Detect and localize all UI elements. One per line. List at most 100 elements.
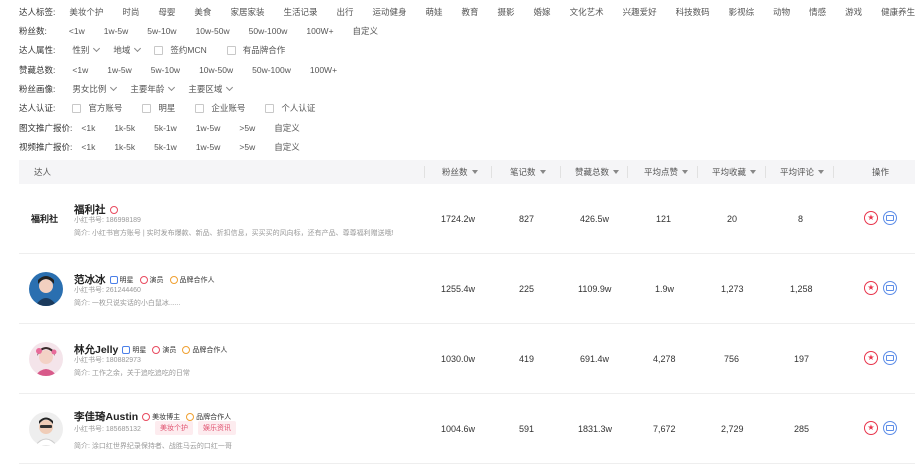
message-icon[interactable] [883, 351, 897, 365]
checkbox-box[interactable] [265, 103, 275, 113]
image-price-option[interactable]: 自定义 [274, 122, 300, 134]
category-option[interactable]: 兴趣爱好 [623, 6, 657, 18]
category-option[interactable]: 情感 [809, 6, 826, 18]
table-row[interactable]: 李佳琦Austin 美妆博主 品牌合作人 小红书号: 185685132 美妆个… [19, 394, 915, 464]
video-price-option[interactable]: <1k [81, 142, 95, 152]
category-option[interactable]: 教育 [462, 6, 479, 18]
category-option[interactable]: 科技数码 [676, 6, 710, 18]
fans-option[interactable]: 50w-100w [249, 26, 288, 36]
likes-option[interactable]: 100W+ [310, 65, 337, 75]
message-icon[interactable] [883, 211, 897, 225]
cell-avg-likes: 1.9w [655, 284, 675, 294]
row-actions [864, 211, 902, 225]
fans-option[interactable]: <1w [69, 26, 85, 36]
category-option[interactable]: 文化艺术 [570, 6, 604, 18]
likes-option[interactable]: <1w [72, 65, 88, 75]
badge-beauty-blogger: 美妆博主 [142, 412, 180, 422]
category-option[interactable]: 出行 [336, 6, 353, 18]
fans-option[interactable]: 10w-50w [196, 26, 230, 36]
header-avg-likes-sort[interactable]: 平均点赞 [644, 160, 688, 184]
area-select[interactable]: 主要区域 [188, 83, 234, 95]
fans-option[interactable]: 自定义 [353, 25, 379, 37]
cell-notes: 827 [519, 214, 535, 224]
handshake-icon [186, 412, 195, 421]
video-price-option[interactable]: 1w-5w [196, 142, 221, 152]
category-option[interactable]: 美食 [194, 6, 211, 18]
age-select[interactable]: 主要年龄 [130, 83, 176, 95]
header-avg-collect-sort[interactable]: 平均收藏 [712, 160, 756, 184]
avatar[interactable] [29, 412, 63, 446]
category-option[interactable]: 婚嫁 [534, 6, 551, 18]
favorite-star-icon[interactable] [864, 281, 878, 295]
likes-option[interactable]: 50w-100w [252, 65, 291, 75]
checkbox-brand-partner[interactable]: 有品牌合作 [226, 44, 285, 56]
checkbox-box[interactable] [154, 45, 164, 55]
header-avg-comment-sort[interactable]: 平均评论 [780, 160, 824, 184]
category-option[interactable]: 萌娃 [426, 6, 443, 18]
gender-select[interactable]: 性别 [72, 44, 101, 56]
category-option[interactable]: 影视综 [729, 6, 755, 18]
favorite-star-icon[interactable] [864, 211, 878, 225]
checkbox-box[interactable] [226, 45, 236, 55]
checkbox-official[interactable]: 官方账号 [72, 102, 122, 114]
header-fans-sort[interactable]: 粉丝数 [442, 160, 478, 184]
header-notes-sort[interactable]: 笔记数 [510, 160, 546, 184]
video-price-option[interactable]: >5w [239, 142, 255, 152]
fans-option[interactable]: 1w-5w [104, 26, 129, 36]
kol-name[interactable]: 李佳琦Austin [74, 409, 138, 424]
table-row[interactable]: 林允Jelly 明星 演员 品牌合作人 小红书号: 180882973 简介: … [19, 324, 915, 394]
message-icon[interactable] [883, 281, 897, 295]
kol-id: 小红书号: 261244460 [74, 287, 141, 294]
video-price-option[interactable]: 5k-1w [154, 142, 177, 152]
category-option[interactable]: 母婴 [158, 6, 175, 18]
filter-label-fans: 粉丝数: [19, 26, 47, 36]
category-option[interactable]: 健康养生 [881, 6, 915, 18]
favorite-star-icon[interactable] [864, 351, 878, 365]
checkbox-mcn[interactable]: 签约MCN [154, 44, 207, 56]
category-option[interactable]: 美妆个护 [69, 6, 103, 18]
checkbox-box[interactable] [195, 103, 205, 113]
category-option[interactable]: 游戏 [845, 6, 862, 18]
video-price-option[interactable]: 1k-5k [114, 142, 135, 152]
header-likes-total-sort[interactable]: 赞藏总数 [575, 160, 619, 184]
image-price-option[interactable]: <1k [81, 123, 95, 133]
cell-likes-total: 1109.9w [578, 284, 612, 294]
image-price-option[interactable]: 1w-5w [196, 123, 221, 133]
avatar[interactable] [29, 342, 63, 376]
kol-intro: 简介: 涂口红世界纪录保持者、战胜马云的口红一哥 [74, 443, 232, 450]
likes-option[interactable]: 10w-50w [199, 65, 233, 75]
kol-id: 小红书号: 185685132 [74, 426, 141, 433]
category-option[interactable]: 时尚 [122, 6, 139, 18]
cell-fans: 1004.6w [441, 424, 476, 434]
image-price-option[interactable]: 5k-1w [154, 123, 177, 133]
checkbox-personal[interactable]: 个人认证 [265, 102, 315, 114]
checkbox-enterprise[interactable]: 企业账号 [195, 102, 245, 114]
filter-row-video-price: 视频推广报价: <1k 1k-5k 5k-1w 1w-5w >5w 自定义 [19, 138, 319, 156]
favorite-star-icon[interactable] [864, 421, 878, 435]
checkbox-celebrity[interactable]: 明星 [142, 102, 175, 114]
row-actions [864, 281, 902, 295]
avatar[interactable] [29, 272, 63, 306]
category-option[interactable]: 动物 [773, 6, 790, 18]
cell-avg-comment: 197 [794, 354, 810, 364]
fans-option[interactable]: 5w-10w [147, 26, 176, 36]
cell-notes: 419 [519, 354, 535, 364]
checkbox-box[interactable] [72, 103, 82, 113]
region-select[interactable]: 地域 [113, 44, 142, 56]
video-price-option[interactable]: 自定义 [274, 141, 300, 153]
message-icon[interactable] [883, 421, 897, 435]
image-price-option[interactable]: >5w [239, 123, 255, 133]
image-price-option[interactable]: 1k-5k [114, 123, 135, 133]
cell-likes-total: 426.5w [580, 214, 610, 224]
category-option[interactable]: 生活记录 [283, 6, 317, 18]
category-option[interactable]: 运动健身 [372, 6, 406, 18]
gender-ratio-select[interactable]: 男女比例 [72, 83, 118, 95]
checkbox-box[interactable] [142, 103, 152, 113]
likes-option[interactable]: 5w-10w [151, 65, 180, 75]
table-row[interactable]: 福利社 福利社 小红书号: 186998189 简介: 小红书官方账号 | 实时… [19, 184, 915, 254]
fans-option[interactable]: 100W+ [306, 26, 333, 36]
category-option[interactable]: 家居家装 [230, 6, 264, 18]
likes-option[interactable]: 1w-5w [107, 65, 132, 75]
table-row[interactable]: 范冰冰 明星 演员 品牌合作人 小红书号: 261244460 简介: 一枚只说… [19, 254, 915, 324]
category-option[interactable]: 摄影 [498, 6, 515, 18]
